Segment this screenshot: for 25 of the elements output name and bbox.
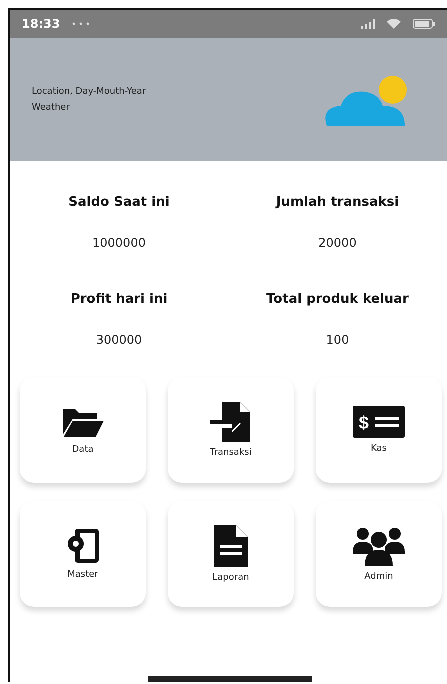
location-date-text: Location, Day-Mouth-Year xyxy=(32,86,146,98)
signal-icon xyxy=(361,19,375,29)
menu-tile[interactable]: Admin xyxy=(316,501,442,607)
menu-tile[interactable]: Master xyxy=(20,501,146,607)
money-bill-icon: $ xyxy=(353,406,405,438)
menu-tile[interactable]: Transaksi xyxy=(168,377,294,483)
home-indicator[interactable] xyxy=(148,676,312,682)
weather-text: Weather xyxy=(32,102,71,114)
status-time: 18:33 xyxy=(22,17,60,31)
users-icon xyxy=(353,526,405,566)
menu-tile[interactable]: Data xyxy=(20,377,146,483)
stat-label: Total produk keluar xyxy=(266,292,409,307)
stat-value: 20000 xyxy=(318,236,357,250)
wifi-icon xyxy=(387,19,401,29)
stat-label: Saldo Saat ini xyxy=(68,195,170,210)
stat-label: Profit hari ini xyxy=(70,292,168,307)
menu-tile[interactable]: $ Kas xyxy=(316,377,442,483)
battery-icon xyxy=(413,19,435,29)
stat-value: 1000000 xyxy=(92,236,146,250)
stat-label: Jumlah transaksi xyxy=(276,195,400,210)
more-dots-icon xyxy=(72,22,90,26)
menu-tile[interactable]: Laporan xyxy=(168,501,294,607)
stat-value: 100 xyxy=(326,333,350,347)
document-icon xyxy=(214,525,248,567)
stat-value: 300000 xyxy=(96,333,142,347)
